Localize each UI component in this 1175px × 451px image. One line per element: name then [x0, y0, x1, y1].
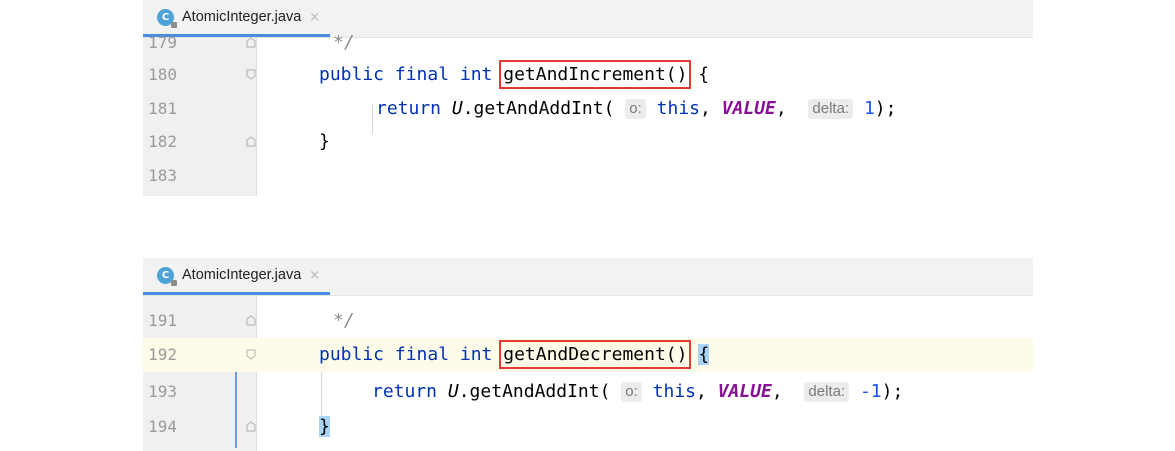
- code-line: 180 public final int getAndIncrement() {: [143, 58, 1033, 92]
- matched-close-brace: }: [319, 416, 330, 437]
- close-icon[interactable]: ×: [309, 268, 320, 283]
- method-name-highlighted: getAndDecrement(): [499, 340, 692, 369]
- method-name-highlighted: getAndIncrement(): [499, 60, 692, 89]
- editor-panel-top: C AtomicInteger.java × 179 */ 180 public…: [143, 0, 1033, 196]
- tab-label: AtomicInteger.java: [182, 9, 302, 25]
- line-number: 194: [148, 417, 177, 436]
- java-class-icon: C: [157, 266, 177, 286]
- fold-start-icon[interactable]: [246, 349, 256, 360]
- line-number: 182: [148, 132, 177, 151]
- return-statement: return U.getAndAddInt( o: this, VALUE, d…: [372, 381, 903, 403]
- close-brace: }: [319, 131, 330, 152]
- comment-end: */: [333, 32, 355, 53]
- method-call: .getAndAddInt(: [462, 98, 615, 119]
- constant-value: VALUE: [717, 381, 772, 402]
- keyword-modifiers: public final int: [319, 344, 493, 365]
- code-line: 182 }: [143, 125, 1033, 159]
- keyword-return: return: [376, 98, 442, 119]
- comma: ,: [775, 98, 787, 119]
- matched-open-brace: {: [698, 344, 710, 365]
- static-field: U: [451, 98, 463, 119]
- fold-end-icon[interactable]: [246, 136, 256, 147]
- keyword-modifiers: public final int: [319, 64, 493, 85]
- line-number: 180: [148, 65, 177, 84]
- tab-atomicinteger-java[interactable]: C AtomicInteger.java ×: [143, 258, 331, 295]
- code-line: 181 return U.getAndAddInt( o: this, VALU…: [143, 92, 1033, 126]
- keyword-this: this: [656, 98, 700, 119]
- comma: ,: [771, 381, 783, 402]
- comma: ,: [696, 381, 707, 402]
- fold-end-icon[interactable]: [246, 421, 256, 432]
- method-declaration: public final int getAndDecrement() {: [319, 340, 710, 369]
- line-number: 183: [148, 166, 177, 185]
- line-number: 179: [148, 33, 177, 52]
- call-end: );: [881, 381, 904, 402]
- call-end: );: [874, 98, 897, 119]
- number-literal: 1: [863, 98, 875, 119]
- param-hint: o:: [621, 382, 642, 402]
- fold-end-icon[interactable]: [246, 315, 256, 326]
- comma: ,: [700, 98, 711, 119]
- editor-panel-bottom: C AtomicInteger.java × 191 */ 192 public…: [143, 258, 1033, 451]
- comment-end: */: [333, 310, 355, 331]
- java-class-icon: C: [157, 8, 177, 28]
- tab-label: AtomicInteger.java: [182, 267, 302, 283]
- param-hint: delta:: [808, 99, 854, 119]
- line-number: 192: [148, 345, 177, 364]
- method-call: .getAndAddInt(: [458, 381, 611, 402]
- static-field: U: [447, 381, 459, 402]
- code-line-current: 192 public final int getAndDecrement() {: [143, 338, 1033, 372]
- constant-value: VALUE: [721, 98, 776, 119]
- line-number: 193: [148, 382, 177, 401]
- tab-bar: C AtomicInteger.java ×: [143, 258, 1033, 296]
- return-statement: return U.getAndAddInt( o: this, VALUE, d…: [376, 98, 896, 120]
- code-line: 193 return U.getAndAddInt( o: this, VALU…: [143, 375, 1033, 409]
- code-line: 191 */: [143, 304, 1033, 338]
- param-hint: o:: [625, 99, 646, 119]
- open-brace: {: [687, 64, 710, 85]
- keyword-return: return: [372, 381, 438, 402]
- method-declaration: public final int getAndIncrement() {: [319, 60, 710, 89]
- close-icon[interactable]: ×: [309, 10, 320, 25]
- number-literal: -1: [859, 381, 882, 402]
- line-number: 181: [148, 99, 177, 118]
- keyword-this: this: [652, 381, 696, 402]
- fold-start-icon[interactable]: [246, 69, 256, 80]
- code-line: 194 }: [143, 410, 1033, 444]
- line-number: 191: [148, 311, 177, 330]
- fold-end-icon[interactable]: [246, 37, 256, 48]
- close-brace: }: [319, 416, 330, 438]
- param-hint: delta:: [804, 382, 850, 402]
- code-line: 179 */: [143, 26, 1033, 60]
- code-line: 183: [143, 159, 1033, 193]
